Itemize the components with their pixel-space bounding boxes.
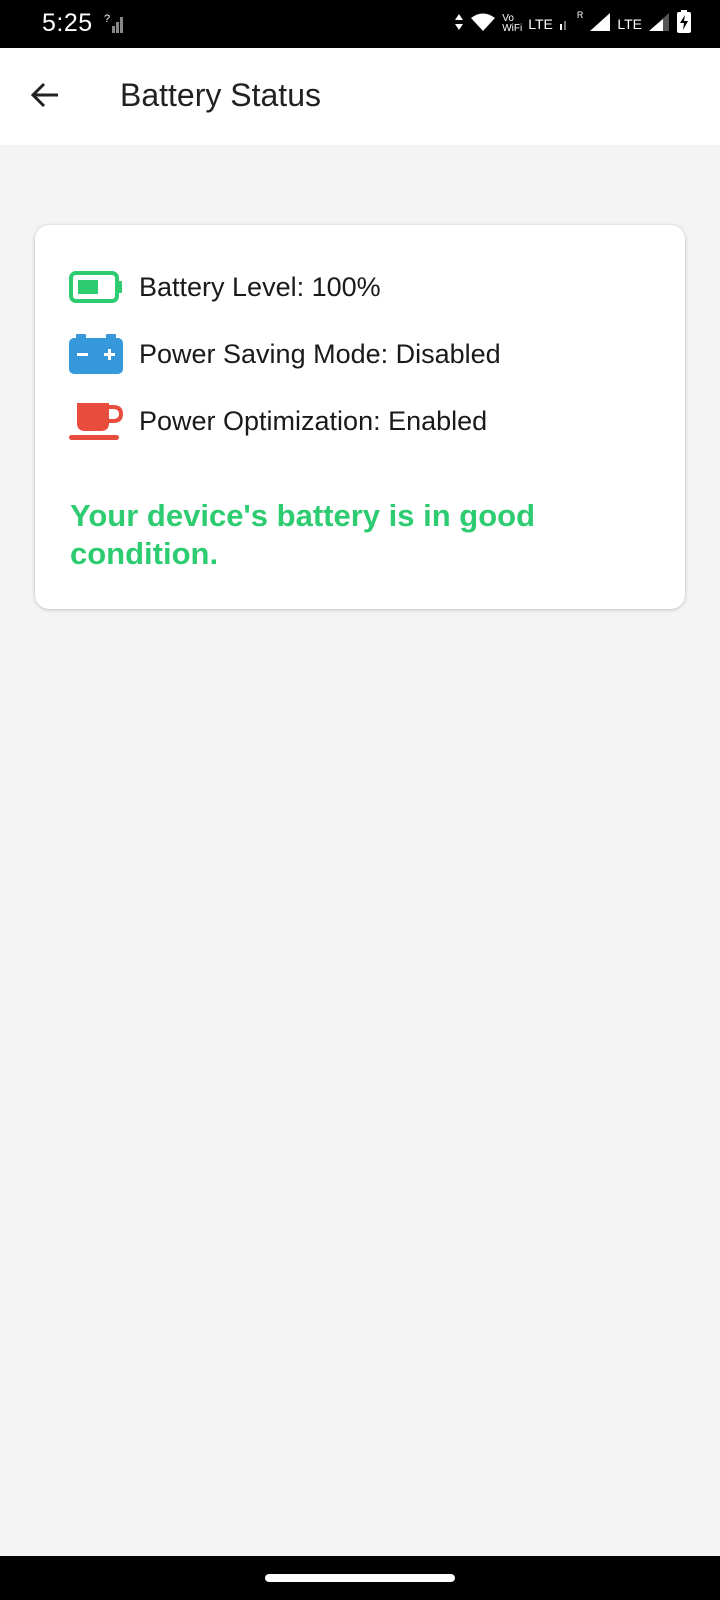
car-battery-icon [69, 334, 123, 374]
battery-charging-status-icon [676, 9, 692, 39]
power-saving-text: Power Saving Mode: Disabled [139, 338, 501, 369]
lte-label-2: LTE [617, 16, 642, 32]
navigation-bar [0, 1556, 720, 1600]
no-sim-signal-icon: ? [104, 12, 126, 39]
app-bar: Battery Status [0, 48, 720, 145]
page-title: Battery Status [120, 77, 321, 113]
power-optimization-row: Power Optimization: Enabled [69, 401, 487, 441]
arrow-back-icon [29, 79, 61, 116]
coffee-cup-icon [69, 401, 123, 441]
home-gesture-handle[interactable] [265, 1574, 455, 1582]
battery-status-card: Battery Level: 100% Power Saving Mode: D… [35, 225, 685, 609]
power-optimization-text: Power Optimization: Enabled [139, 405, 488, 436]
power-saving-row: Power Saving Mode: Disabled [69, 334, 501, 374]
signal-partial-icon [648, 12, 670, 37]
signal-full-icon [589, 12, 611, 37]
battery-icon [69, 267, 123, 307]
data-activity-icon [454, 12, 464, 37]
wifi-icon [470, 12, 496, 37]
roaming-label: R [576, 10, 584, 20]
status-time: 5:25 [42, 9, 93, 37]
status-bar: 5:25 ? Vo WiFi LTE R LTE [0, 0, 720, 48]
vowifi-bottom: WiFi [502, 23, 523, 34]
battery-level-text: Battery Level: 100% [139, 271, 381, 302]
vowifi-label: Vo WiFi [502, 14, 522, 34]
signal-weak-icon [559, 12, 571, 37]
battery-level-row: Battery Level: 100% [69, 267, 381, 307]
svg-text:?: ? [104, 13, 110, 25]
status-right-group: Vo WiFi LTE R LTE [454, 9, 692, 39]
back-button[interactable] [22, 74, 68, 120]
lte-label-1: LTE [528, 16, 553, 32]
battery-condition-message: Your device's battery is in good conditi… [70, 498, 536, 571]
